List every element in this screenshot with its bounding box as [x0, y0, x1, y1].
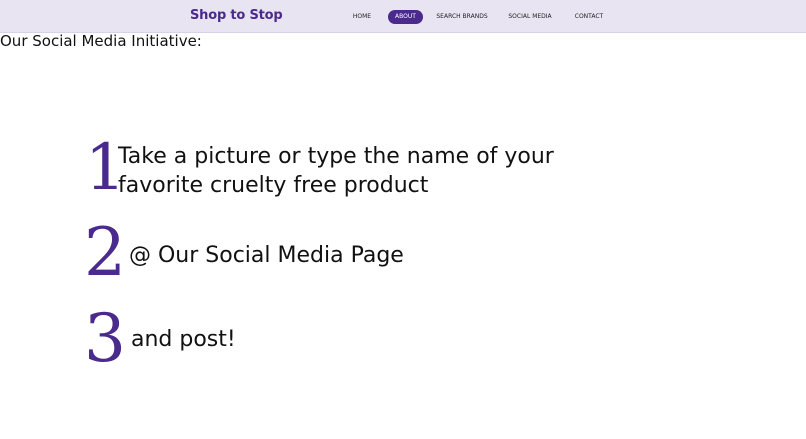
nav-contact[interactable]: CONTACT	[572, 10, 606, 24]
brand-logo[interactable]: Shop to Stop	[190, 8, 283, 23]
step-text: Take a picture or type the name of your …	[118, 144, 554, 198]
nav-social-media[interactable]: SOCIAL MEDIA	[506, 10, 554, 24]
nav-about[interactable]: ABOUT	[388, 10, 423, 24]
step-text: @ Our Social Media Page	[129, 243, 404, 268]
step-text: and post!	[131, 327, 236, 352]
step-number: 2	[84, 214, 126, 291]
page-title: Our Social Media Initiative:	[0, 32, 202, 50]
step-number: 3	[84, 300, 126, 377]
navbar: Shop to Stop HOME ABOUT SEARCH BRANDS SO…	[0, 0, 806, 33]
nav-home[interactable]: HOME	[349, 10, 375, 24]
nav-search-brands[interactable]: SEARCH BRANDS	[436, 10, 488, 24]
